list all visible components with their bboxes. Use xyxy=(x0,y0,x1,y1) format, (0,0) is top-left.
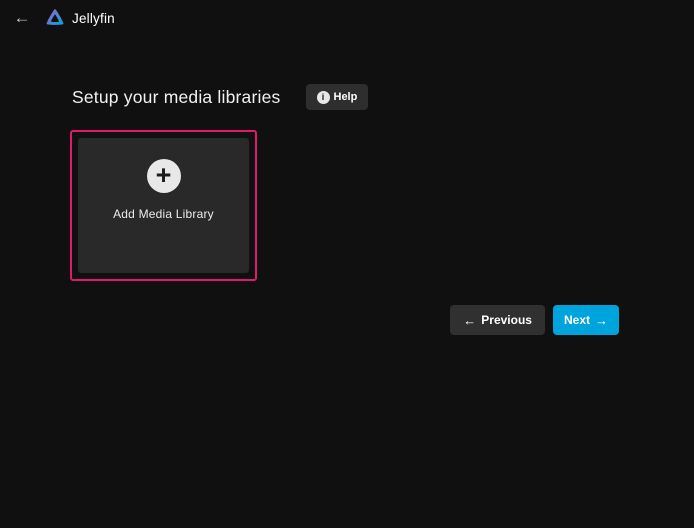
heading-row: Setup your media libraries i Help xyxy=(72,83,619,111)
wizard-nav: ← Previous Next → xyxy=(72,305,619,335)
page-title: Setup your media libraries xyxy=(72,87,281,108)
right-arrow-icon: → xyxy=(595,313,608,328)
back-arrow-icon: ← xyxy=(14,8,31,28)
add-media-library-card[interactable]: + Add Media Library xyxy=(78,138,249,273)
info-icon: i xyxy=(317,91,330,104)
left-arrow-icon: ← xyxy=(463,313,476,328)
jellyfin-logo-icon xyxy=(44,7,66,29)
card-focus-ring: + Add Media Library xyxy=(70,130,257,281)
help-button-label: Help xyxy=(334,91,358,103)
previous-button[interactable]: ← Previous xyxy=(450,305,545,335)
next-button[interactable]: Next → xyxy=(553,305,619,335)
help-button[interactable]: i Help xyxy=(306,84,369,110)
previous-button-label: Previous xyxy=(481,313,532,327)
app-title: Jellyfin xyxy=(72,11,115,26)
app-logo: Jellyfin xyxy=(44,7,115,29)
wizard-content: Setup your media libraries i Help + Add … xyxy=(0,83,694,335)
back-button[interactable]: ← xyxy=(10,6,34,30)
next-button-label: Next xyxy=(564,313,590,327)
add-card-label: Add Media Library xyxy=(113,207,214,221)
top-bar: ← Jellyfin xyxy=(0,0,694,36)
plus-icon: + xyxy=(147,159,181,193)
